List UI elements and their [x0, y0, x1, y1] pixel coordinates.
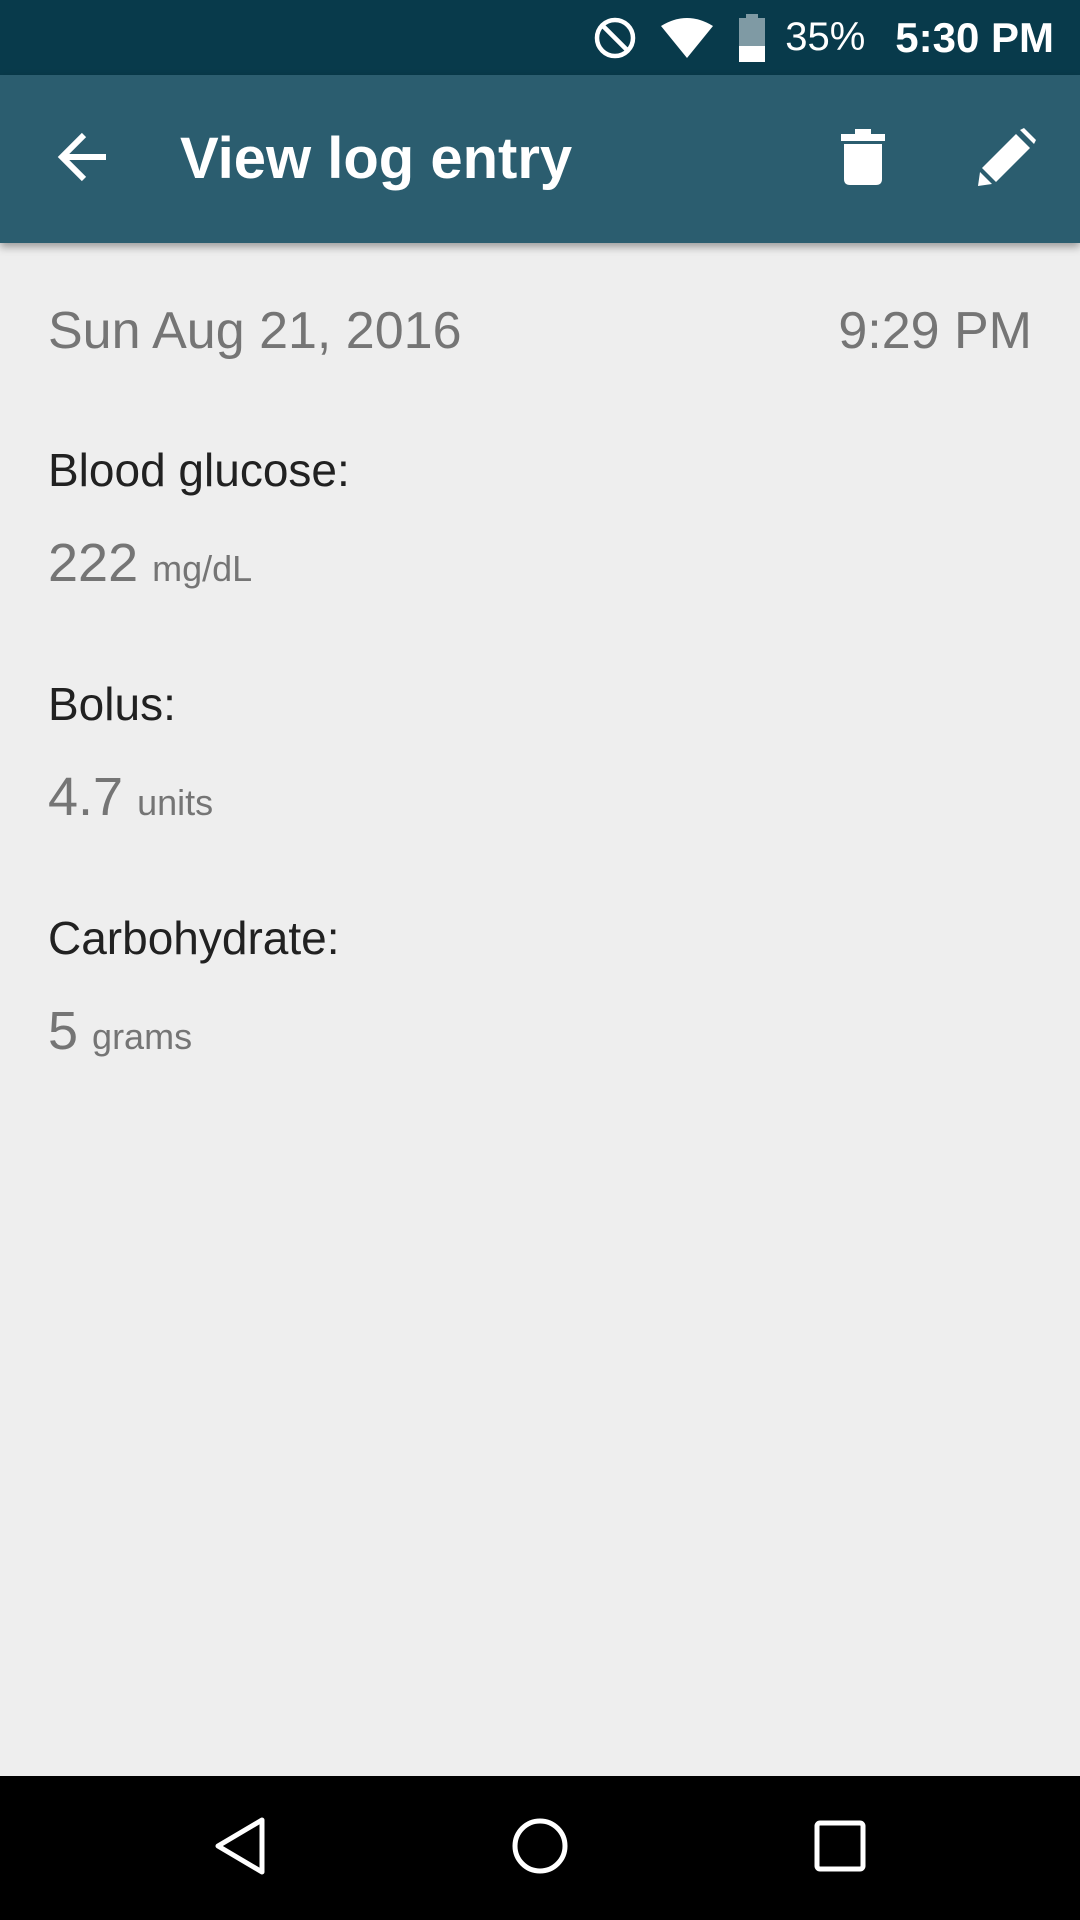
back-button[interactable] — [36, 119, 132, 199]
bolus-value: 4.7 — [48, 767, 124, 827]
do-not-disturb-icon — [593, 16, 637, 60]
carbohydrate-value: 5 — [48, 1001, 79, 1061]
battery-percentage: 35% — [785, 15, 866, 59]
nav-recents-button[interactable] — [780, 1804, 900, 1892]
navigation-bar — [0, 1776, 1080, 1920]
carbohydrate-field: Carbohydrate: 5 grams — [48, 911, 340, 1061]
blood-glucose-unit: mg/dL — [152, 548, 253, 589]
back-triangle-icon — [212, 1816, 268, 1881]
bolus-unit: units — [137, 782, 214, 823]
entry-time: 9:29 PM — [838, 302, 1032, 360]
app-bar: View log entry — [0, 75, 1080, 243]
arrow-back-icon — [56, 129, 112, 190]
nav-home-button[interactable] — [480, 1804, 600, 1892]
carbohydrate-unit: grams — [92, 1016, 193, 1057]
page-title: View log entry — [180, 126, 573, 191]
edit-button[interactable] — [962, 119, 1052, 199]
bolus-field: Bolus: 4.7 units — [48, 677, 213, 827]
bolus-label: Bolus: — [48, 678, 176, 730]
entry-datetime: Sun Aug 21, 2016 9:29 PM — [48, 301, 1032, 361]
blood-glucose-field: Blood glucose: 222 mg/dL — [48, 443, 350, 593]
wifi-icon — [659, 16, 715, 60]
blood-glucose-value: 222 — [48, 533, 139, 593]
carbohydrate-label: Carbohydrate: — [48, 912, 340, 964]
trash-icon — [841, 128, 885, 190]
pencil-icon — [978, 127, 1036, 191]
nav-back-button[interactable] — [180, 1804, 300, 1892]
blood-glucose-label: Blood glucose: — [48, 444, 350, 496]
battery-icon — [737, 13, 767, 62]
status-bar: 35% 5:30 PM — [0, 0, 1080, 75]
status-clock: 5:30 PM — [895, 13, 1054, 61]
home-circle-icon — [510, 1816, 570, 1881]
entry-date: Sun Aug 21, 2016 — [48, 302, 462, 360]
delete-button[interactable] — [820, 119, 906, 199]
recents-square-icon — [812, 1818, 868, 1879]
